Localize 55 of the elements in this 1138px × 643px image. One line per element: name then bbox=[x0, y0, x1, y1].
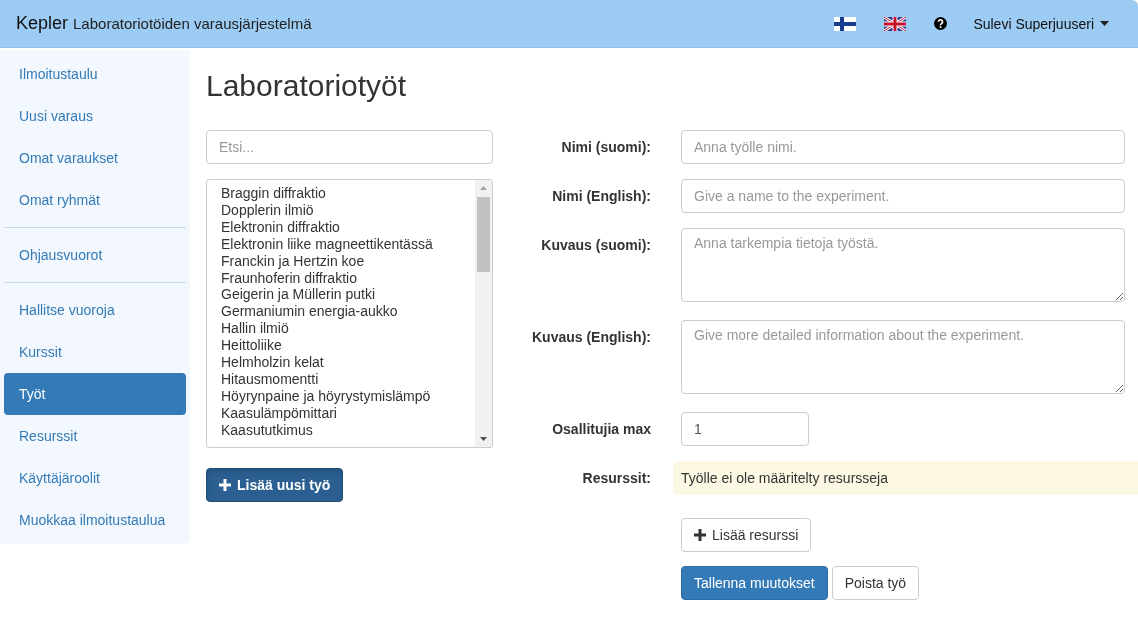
field-label: Resurssit: bbox=[581, 470, 651, 486]
list-option[interactable]: Dopplerin ilmiö bbox=[221, 201, 475, 219]
list-option[interactable]: Kaasulämpömittari bbox=[221, 404, 475, 422]
text-field[interactable]: Give a name to the experiment. bbox=[681, 179, 1125, 213]
text-area[interactable]: Give more detailed information about the experiment. bbox=[681, 320, 1125, 394]
sidebar-item[interactable]: Resurssit bbox=[4, 415, 186, 457]
list-option[interactable]: Höyrynpaine ja höyrystymislämpö bbox=[221, 387, 475, 405]
field-label: Kuvaus (English): bbox=[531, 328, 651, 347]
sidebar-item[interactable]: Muokkaa ilmoitustaulua bbox=[4, 499, 186, 541]
text-field[interactable]: Anna työlle nimi. bbox=[681, 130, 1125, 164]
plus-icon bbox=[219, 479, 231, 491]
field-label: Nimi (suomi): bbox=[560, 138, 651, 157]
page-title: Laboratoriotyöt bbox=[206, 68, 408, 104]
list-option[interactable]: Geigerin ja Müllerin putki bbox=[221, 286, 475, 304]
list-option[interactable]: Hitausmomentti bbox=[221, 370, 475, 388]
list-option[interactable]: Elektronin diffraktio bbox=[221, 218, 475, 236]
list-option[interactable]: Elektronin liike magneettikentässä bbox=[221, 235, 475, 253]
field-label: Nimi (English): bbox=[551, 187, 651, 206]
brand-title[interactable]: Kepler bbox=[16, 13, 69, 34]
sidebar-item[interactable]: Ohjausvuorot bbox=[4, 234, 186, 276]
field-label: Osallitujia max bbox=[551, 420, 651, 439]
list-option[interactable]: Hallin ilmiö bbox=[221, 320, 475, 338]
caret-icon bbox=[1100, 21, 1109, 26]
sidebar-item[interactable]: Omat varaukset bbox=[4, 137, 186, 179]
text-area[interactable]: Anna tarkempia tietoja työstä. bbox=[681, 228, 1125, 302]
user-menu[interactable]: Sulevi Superjuuseri bbox=[973, 15, 1109, 32]
list-option[interactable]: Franckin ja Hertzin koe bbox=[221, 252, 475, 270]
works-listbox[interactable] bbox=[206, 179, 493, 448]
plus-icon bbox=[694, 529, 706, 541]
field-label: Kuvaus (suomi): bbox=[540, 236, 651, 255]
scrollbar[interactable] bbox=[475, 180, 492, 447]
list-option[interactable]: Germaniumin energia-aukko bbox=[221, 303, 475, 321]
british-flag-icon[interactable] bbox=[884, 16, 907, 31]
add-work-button[interactable]: Lisää uusi työ bbox=[206, 468, 344, 502]
sidebar-item[interactable]: Työt bbox=[4, 373, 186, 415]
delete-button[interactable]: Poista työ bbox=[831, 566, 920, 600]
list-option[interactable]: Kaasututkimus bbox=[221, 421, 475, 439]
search-field[interactable]: Etsi... bbox=[206, 130, 493, 164]
finnish-flag-icon[interactable] bbox=[834, 16, 857, 31]
sidebar-item[interactable]: Kurssit bbox=[4, 331, 186, 373]
sidebar-item[interactable]: Hallitse vuoroja bbox=[4, 289, 186, 331]
notice-message: Työlle ei ole määritelty resursseja bbox=[673, 461, 1138, 495]
sidebar-item[interactable]: Käyttäjäroolit bbox=[4, 457, 186, 499]
sidebar-item[interactable]: Omat ryhmät bbox=[4, 179, 186, 221]
add-resource-button[interactable]: Lisää resurssi bbox=[681, 518, 812, 552]
number-field[interactable]: 1 bbox=[681, 412, 809, 446]
save-button[interactable]: Tallenna muutokset bbox=[681, 566, 828, 600]
help-icon[interactable] bbox=[934, 17, 948, 30]
list-option[interactable]: Helmholzin kelat bbox=[221, 354, 475, 371]
sidebar-item[interactable]: Uusi varaus bbox=[4, 95, 186, 137]
list-option[interactable]: Fraunhoferin diffraktio bbox=[221, 269, 475, 287]
app-subtitle: Laboratoriotöiden varausjärjestelmä bbox=[73, 15, 312, 32]
list-option[interactable]: Braggin diffraktio bbox=[221, 185, 475, 202]
sidebar-item[interactable]: Ilmoitustaulu bbox=[4, 53, 186, 95]
list-option[interactable]: Heittoliike bbox=[221, 337, 475, 355]
